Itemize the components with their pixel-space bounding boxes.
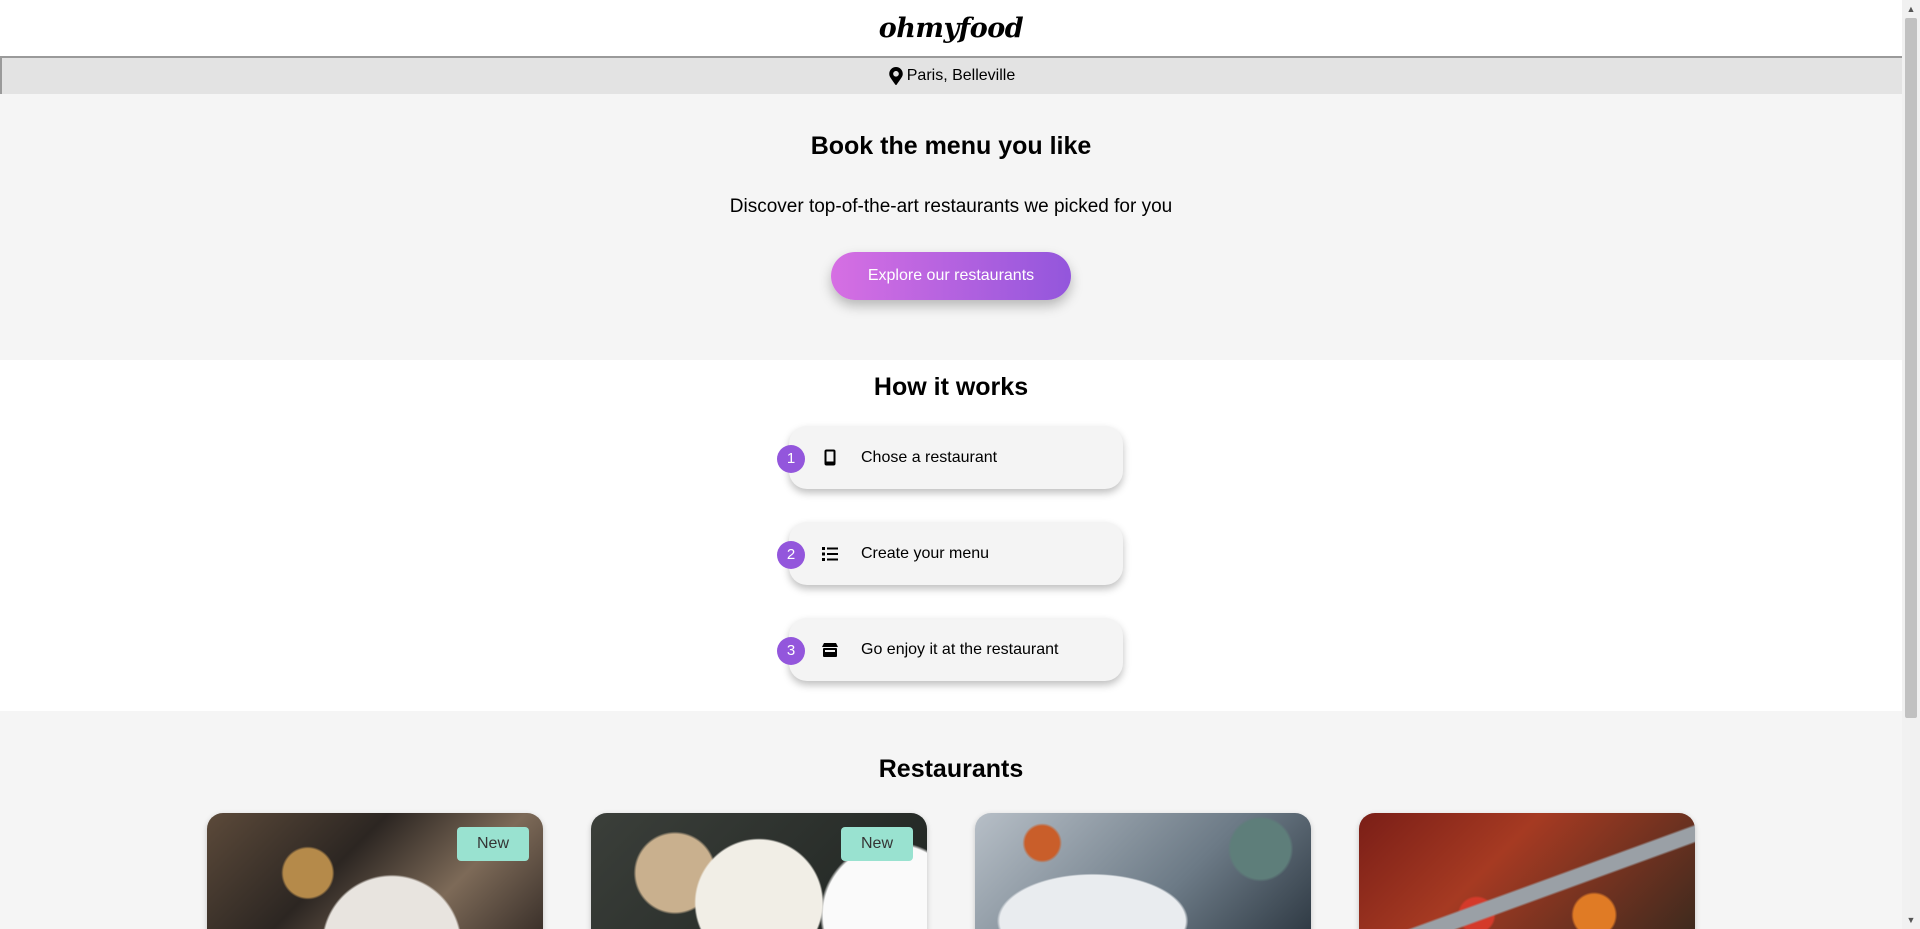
- step-number: 3: [777, 637, 805, 665]
- mobile-phone-icon: [821, 449, 839, 467]
- logo[interactable]: ohmyfood: [879, 13, 1024, 44]
- step-choose-restaurant[interactable]: 1 Chose a restaurant: [777, 426, 1123, 489]
- step-label: Create your menu: [861, 544, 990, 562]
- new-badge: New: [841, 827, 913, 861]
- step-label: Go enjoy it at the restaurant: [861, 640, 1059, 658]
- step-label: Chose a restaurant: [861, 448, 998, 466]
- restaurant-card[interactable]: [1359, 813, 1695, 929]
- step-enjoy-restaurant[interactable]: 3 Go enjoy it at the restaurant: [777, 618, 1123, 681]
- step-number: 2: [777, 541, 805, 569]
- scrollbar-thumb[interactable]: [1905, 18, 1917, 718]
- hero-section: Book the menu you like Discover top-of-t…: [0, 94, 1902, 360]
- location-text: Paris, Belleville: [906, 67, 1016, 84]
- restaurant-card[interactable]: New: [591, 813, 927, 929]
- scroll-down-arrow-icon[interactable]: ▼: [1902, 911, 1920, 929]
- step-number: 1: [777, 445, 805, 473]
- hero-title: Book the menu you like: [810, 132, 1092, 160]
- hero-subtitle: Discover top-of-the-art restaurants we p…: [729, 196, 1173, 217]
- explore-restaurants-button[interactable]: Explore our restaurants: [831, 252, 1071, 300]
- how-it-works-title: How it works: [873, 373, 1029, 401]
- restaurant-cards: New New: [207, 813, 1695, 929]
- store-icon: [821, 641, 839, 659]
- map-pin-icon: [889, 67, 903, 85]
- restaurant-card[interactable]: New: [207, 813, 543, 929]
- page: ohmyfood Paris, Belleville Book the menu…: [0, 0, 1902, 929]
- how-it-works-section: How it works 1 Chose a restaurant 2 Crea…: [0, 360, 1902, 711]
- location-bar: Paris, Belleville: [0, 58, 1902, 94]
- restaurants-section: Restaurants New New: [0, 711, 1902, 929]
- list-icon: [821, 545, 839, 563]
- new-badge: New: [457, 827, 529, 861]
- steps-list: 1 Chose a restaurant 2 Create your menu …: [777, 426, 1123, 681]
- scroll-up-arrow-icon[interactable]: ▲: [1902, 0, 1920, 18]
- step-create-menu[interactable]: 2 Create your menu: [777, 522, 1123, 585]
- restaurants-title: Restaurants: [878, 755, 1024, 783]
- vertical-scrollbar[interactable]: ▲ ▼: [1902, 0, 1920, 929]
- site-header: ohmyfood: [0, 0, 1902, 58]
- restaurant-card[interactable]: [975, 813, 1311, 929]
